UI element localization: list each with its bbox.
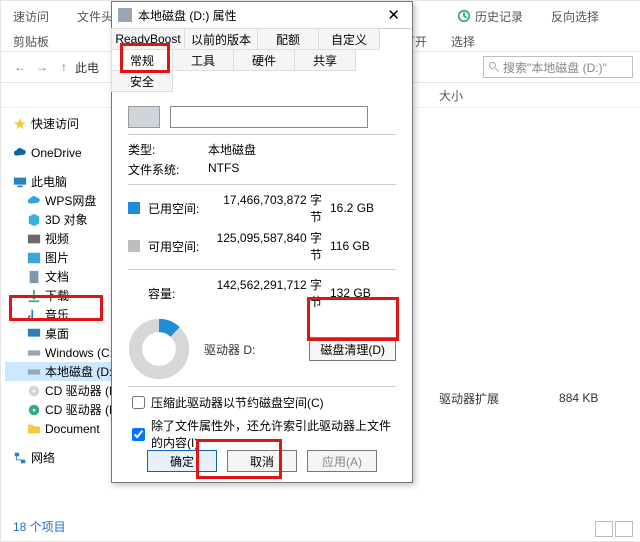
star-icon: [13, 117, 27, 131]
close-button[interactable]: ✕: [381, 6, 406, 24]
select-group: 选择: [451, 33, 475, 50]
free-swatch: [128, 240, 140, 252]
type-label: 类型:: [128, 141, 208, 158]
used-gb: 16.2 GB: [330, 201, 380, 215]
history-btn[interactable]: 历史记录: [457, 8, 523, 25]
drive-letter-label: 驱动器 D:: [204, 341, 255, 358]
disc-icon: [27, 384, 41, 398]
ribbon-item[interactable]: 速访问: [13, 8, 49, 25]
view-details-icon[interactable]: [595, 521, 613, 537]
tab-prev-versions[interactable]: 以前的版本: [184, 28, 258, 50]
history-icon: [457, 9, 471, 23]
disk-cleanup-button[interactable]: 磁盘清理(D): [309, 337, 396, 361]
apply-button[interactable]: 应用(A): [307, 450, 377, 472]
network-icon: [13, 451, 27, 465]
tab-tools[interactable]: 工具: [172, 49, 234, 71]
up-arrow-icon[interactable]: ↑: [53, 60, 75, 74]
volume-label-input[interactable]: [170, 106, 368, 128]
fs-label: 文件系统:: [128, 161, 208, 178]
drive-icon: [118, 8, 132, 22]
breadcrumb[interactable]: 此电: [75, 59, 99, 76]
doc-icon: [27, 270, 41, 284]
dialog-titlebar[interactable]: 本地磁盘 (D:) 属性 ✕: [112, 2, 412, 29]
cloud-icon: [27, 194, 41, 208]
view-switch[interactable]: [595, 521, 633, 537]
fwd-arrow-icon[interactable]: →: [31, 60, 53, 74]
clipboard-group: 剪贴板: [13, 33, 49, 50]
pc-icon: [13, 175, 27, 189]
tab-general[interactable]: 常规: [111, 49, 173, 71]
general-pane: 类型:本地磁盘 文件系统:NTFS 已用空间:17,466,703,872 字节…: [112, 92, 412, 466]
folder-icon: [27, 422, 41, 436]
used-label: 已用空间:: [148, 200, 212, 217]
drive-large-icon: [128, 106, 160, 128]
fs-value: NTFS: [208, 161, 239, 178]
music-icon: [27, 308, 41, 322]
tab-strip: ReadyBoost 以前的版本 配额 自定义 常规 工具 硬件 共享 安全: [112, 29, 412, 92]
cancel-button[interactable]: 取消: [227, 450, 297, 472]
cap-bytes: 142,562,291,712 字节: [212, 276, 330, 310]
properties-dialog: 本地磁盘 (D:) 属性 ✕ ReadyBoost 以前的版本 配额 自定义 常…: [111, 1, 413, 483]
tab-security[interactable]: 安全: [111, 70, 173, 92]
search-icon: [488, 61, 500, 73]
ok-button[interactable]: 确定: [147, 450, 217, 472]
status-bar: 18 个项目: [13, 518, 66, 535]
cloud-icon: [13, 146, 27, 160]
file-name: 驱动器扩展: [439, 390, 499, 407]
picture-icon: [27, 251, 41, 265]
download-icon: [27, 289, 41, 303]
dialog-title: 本地磁盘 (D:) 属性: [138, 7, 237, 24]
tab-sharing[interactable]: 共享: [294, 49, 356, 71]
invert-sel[interactable]: 反向选择: [551, 8, 599, 25]
file-size: 884 KB: [559, 391, 598, 405]
usage-donut-chart: [128, 318, 190, 380]
drive-icon: [27, 365, 41, 379]
free-label: 可用空间:: [148, 238, 212, 255]
drive-icon: [27, 346, 41, 360]
cube-icon: [27, 213, 41, 227]
free-gb: 116 GB: [330, 239, 380, 253]
disc-icon: [27, 403, 41, 417]
ribbon-item[interactable]: 文件头: [77, 8, 113, 25]
tab-readyboost[interactable]: ReadyBoost: [111, 28, 185, 50]
cap-gb: 132 GB: [330, 286, 380, 300]
used-bytes: 17,466,703,872 字节: [212, 191, 330, 225]
index-checkbox[interactable]: 除了文件属性外，还允许索引此驱动器上文件的内容(I): [128, 417, 396, 451]
compress-checkbox[interactable]: 压缩此驱动器以节约磁盘空间(C): [128, 393, 396, 412]
view-large-icon[interactable]: [615, 521, 633, 537]
dialog-buttons: 确定 取消 应用(A): [112, 450, 412, 472]
tab-custom[interactable]: 自定义: [318, 28, 380, 50]
cap-label: 容量:: [148, 285, 212, 302]
video-icon: [27, 232, 41, 246]
tab-quota[interactable]: 配额: [257, 28, 319, 50]
col-size[interactable]: 大小: [439, 87, 463, 104]
back-arrow-icon[interactable]: ←: [9, 60, 31, 74]
used-swatch: [128, 202, 140, 214]
desktop-icon: [27, 327, 41, 341]
tab-hardware[interactable]: 硬件: [233, 49, 295, 71]
explorer-window: 速访问 文件头 历史记录 反向选择 剪贴板 打开 选择 ← → ↑ 此电 搜索"…: [0, 0, 640, 542]
type-value: 本地磁盘: [208, 141, 256, 158]
search-input[interactable]: 搜索"本地磁盘 (D:)": [483, 56, 633, 78]
free-bytes: 125,095,587,840 字节: [212, 229, 330, 263]
